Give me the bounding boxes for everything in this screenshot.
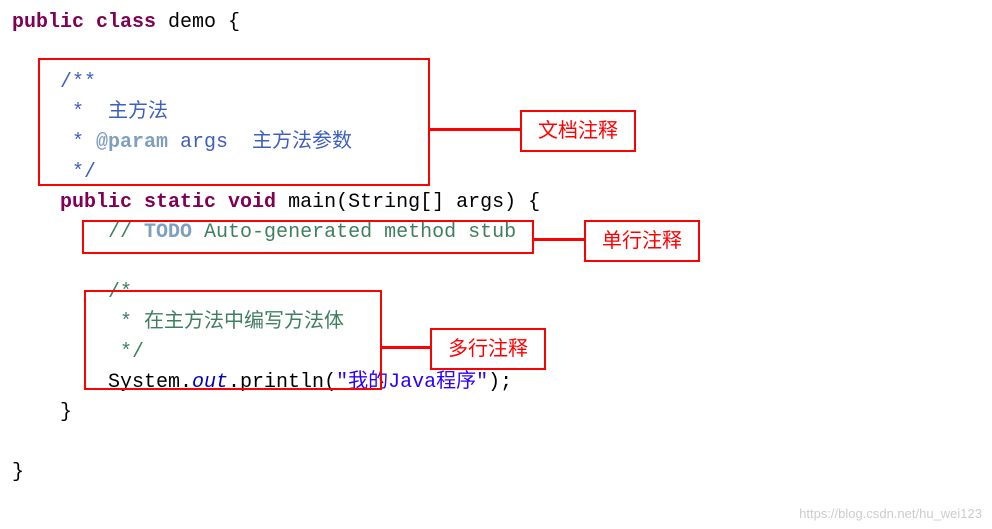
code-line: System.out.println("我的Java程序"); xyxy=(12,368,980,398)
doc-param-name: args xyxy=(168,131,252,154)
doc-param-desc: 主方法参数 xyxy=(252,131,352,154)
method-signature: main(String[] args) { xyxy=(276,191,540,214)
keyword-class: class xyxy=(96,11,156,34)
code-line: */ xyxy=(12,338,980,368)
keyword-void: void xyxy=(216,191,276,214)
doc-comment-close: */ xyxy=(12,161,96,184)
statement-end: ); xyxy=(488,371,512,394)
watermark: https://blog.csdn.net/hu_wei123 xyxy=(799,504,982,524)
code-line: // TODO Auto-generated method stub xyxy=(12,218,980,248)
brace-close: } xyxy=(12,461,24,484)
doc-comment-text: 主方法 xyxy=(108,101,168,124)
code-line: /* xyxy=(12,278,980,308)
code-line: public static void main(String[] args) { xyxy=(12,188,980,218)
line-comment-text: Auto-generated method stub xyxy=(192,221,516,244)
method-call: .println( xyxy=(228,371,336,394)
brace-close: } xyxy=(12,401,72,424)
string-literal: "我的Java程序" xyxy=(336,371,488,394)
keyword-public: public xyxy=(60,191,132,214)
line-comment-slash: // xyxy=(12,221,144,244)
doc-tag-param: @param xyxy=(96,131,168,154)
code-line-blank xyxy=(12,248,980,278)
code-line: public class demo { xyxy=(12,8,980,38)
keyword-public: public xyxy=(12,11,84,34)
block-comment-open: /* xyxy=(12,281,132,304)
indent xyxy=(12,191,60,214)
block-comment-close: */ xyxy=(12,341,144,364)
class-name: demo { xyxy=(156,11,240,34)
sys-call: System. xyxy=(12,371,192,394)
code-block: public class demo { /** * 主方法 * @param a… xyxy=(12,8,980,488)
keyword-static: static xyxy=(132,191,216,214)
code-line: */ xyxy=(12,158,980,188)
doc-comment-star: * xyxy=(12,101,108,124)
doc-comment-open: /** xyxy=(12,71,96,94)
code-line-blank xyxy=(12,38,980,68)
block-comment-text: * 在主方法中编写方法体 xyxy=(12,311,344,334)
code-line: * @param args 主方法参数 xyxy=(12,128,980,158)
doc-comment-star: * xyxy=(12,131,96,154)
code-line: } xyxy=(12,398,980,428)
sys-out: out xyxy=(192,371,228,394)
code-line-blank xyxy=(12,428,980,458)
code-line: * 主方法 xyxy=(12,98,980,128)
code-line: } xyxy=(12,458,980,488)
code-line: /** xyxy=(12,68,980,98)
todo-tag: TODO xyxy=(144,221,192,244)
code-line: * 在主方法中编写方法体 xyxy=(12,308,980,338)
